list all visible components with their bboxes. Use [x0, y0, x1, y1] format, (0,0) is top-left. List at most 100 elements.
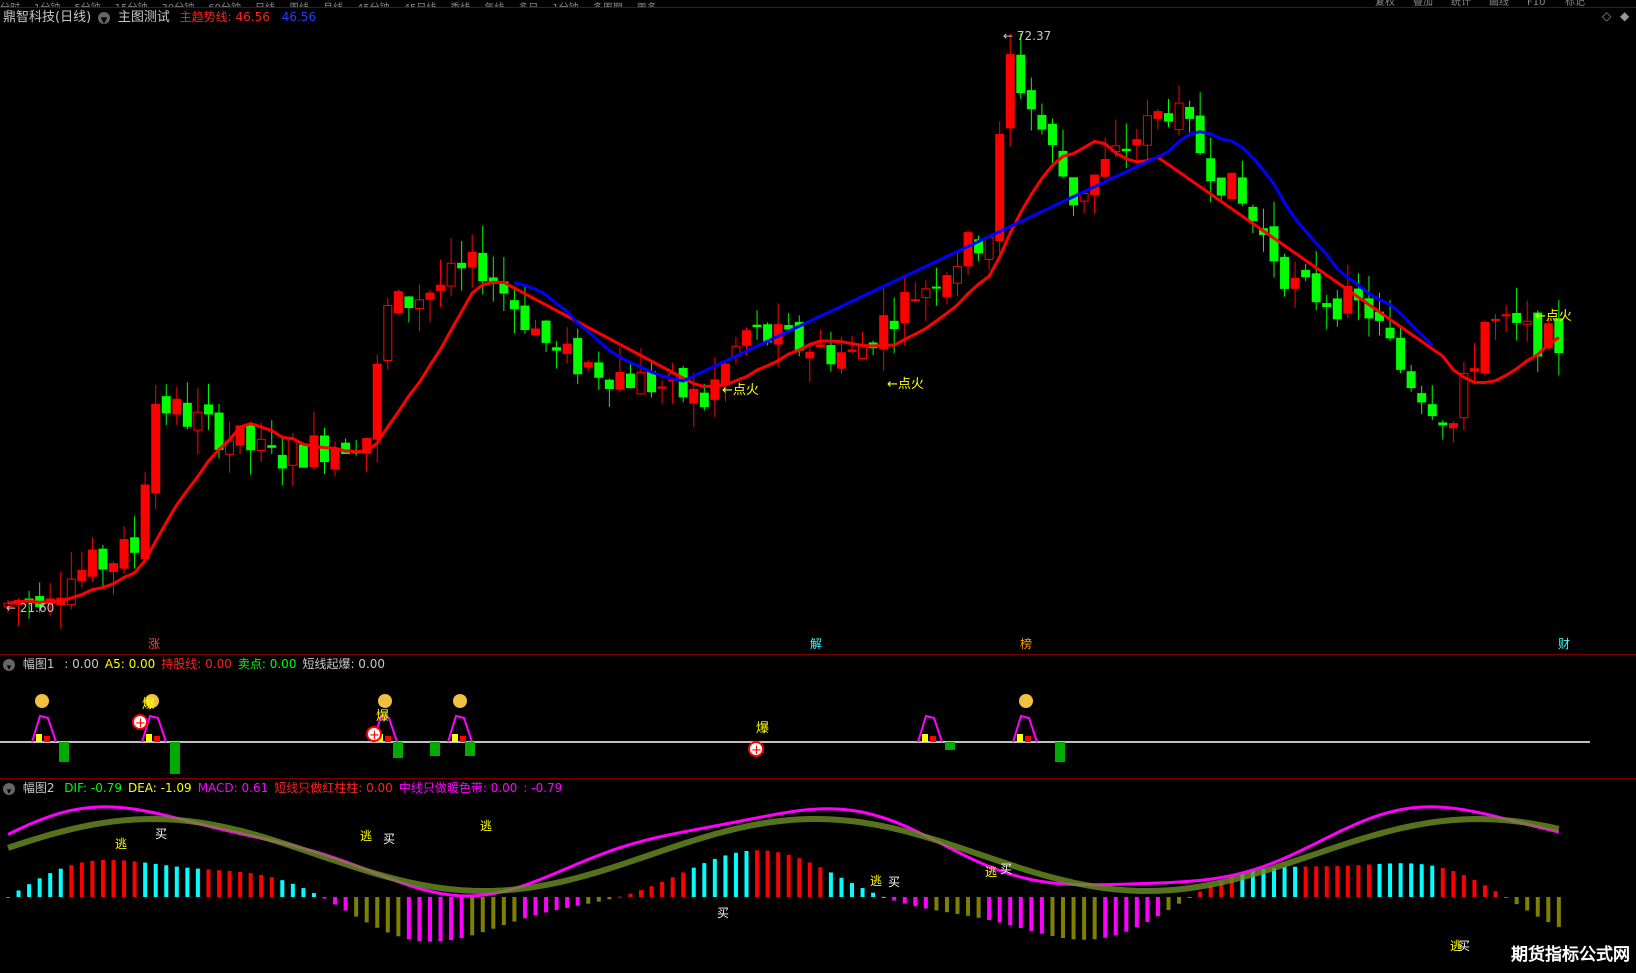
sub1-down-bar	[465, 742, 475, 756]
macd-bar	[153, 863, 158, 897]
candle-body	[984, 236, 994, 260]
macd-bar	[174, 866, 179, 897]
macd-bar	[364, 897, 369, 923]
macd-bar	[1493, 891, 1498, 897]
sub1-bar	[460, 736, 466, 742]
macd-bar	[1155, 897, 1160, 917]
watermark: 期货指标公式网	[1511, 945, 1630, 965]
macd-bar	[1366, 864, 1371, 897]
sub1-bar	[385, 736, 391, 742]
macd-bar	[1187, 897, 1192, 898]
candle-body	[256, 438, 266, 452]
macd-bar	[522, 897, 527, 919]
macd-bar	[1198, 891, 1203, 897]
macd-bar	[1050, 897, 1055, 937]
macd-bar	[1134, 897, 1139, 928]
macd-bar	[143, 862, 148, 897]
macd-bar	[670, 877, 675, 897]
candle-body	[457, 262, 467, 269]
macd-bar	[544, 897, 549, 913]
candle-body	[509, 300, 519, 310]
sub1-bar	[452, 734, 458, 742]
macd-bar	[1061, 897, 1065, 939]
ignite-label: ←点火	[722, 383, 759, 398]
candle-body	[583, 362, 593, 368]
candle-body	[1142, 115, 1152, 146]
candle-body	[1522, 320, 1532, 325]
candle-body	[372, 363, 382, 440]
macd-bar	[269, 877, 274, 897]
candle-body	[720, 363, 730, 385]
macd-bar	[1451, 871, 1456, 897]
candle-body	[214, 412, 224, 450]
candle-body	[393, 291, 403, 314]
candle-body	[193, 411, 203, 431]
macd-bar	[1113, 897, 1118, 936]
sub1-bar	[36, 734, 42, 742]
candle-body	[1026, 90, 1036, 110]
candle-body	[531, 328, 540, 336]
macd-bar	[111, 859, 116, 897]
macd-bar	[1177, 897, 1182, 904]
macd-bar	[1008, 897, 1013, 926]
candle-body	[87, 549, 97, 577]
macd-bar	[1440, 867, 1445, 897]
candle-body	[1047, 123, 1057, 146]
macd-bar	[1483, 885, 1487, 897]
macd-bar	[48, 873, 53, 897]
money-bag-icon	[35, 694, 49, 708]
sub1-bar	[146, 734, 152, 742]
macd-bar	[1419, 864, 1424, 897]
candle-body	[910, 299, 920, 302]
candle-body	[1227, 172, 1237, 200]
candle-body	[478, 252, 488, 282]
candle-body	[1132, 139, 1142, 145]
macd-bar	[913, 897, 918, 907]
sub1-bar	[930, 736, 936, 742]
macd-bar	[586, 897, 591, 904]
macd-bar	[1124, 897, 1129, 932]
candle-body	[267, 445, 277, 448]
candle-body	[277, 454, 287, 469]
macd-bar	[1272, 867, 1276, 897]
sub1-down-bar	[170, 742, 180, 774]
macd-bar	[206, 869, 211, 897]
candle-body	[699, 392, 709, 408]
plus-icon: +	[751, 743, 762, 758]
macd-bar	[1282, 867, 1287, 897]
macd-bar	[100, 859, 105, 897]
macd-bar	[649, 886, 654, 897]
macd-bar	[1556, 897, 1561, 927]
candle-body	[636, 371, 646, 395]
candle-body	[847, 349, 857, 352]
candle-body	[425, 292, 435, 300]
buy-label: 买	[1000, 862, 1012, 876]
candle-body	[1206, 158, 1216, 182]
macd-bar	[164, 865, 169, 897]
candle-body	[1005, 54, 1015, 129]
sub1-bar	[922, 734, 928, 742]
macd-bar	[354, 897, 359, 917]
plus-icon: +	[135, 716, 146, 731]
macd-bar	[691, 867, 696, 897]
macd-bar	[565, 897, 570, 908]
macd-bar	[617, 896, 622, 898]
candle-body	[1385, 327, 1395, 339]
macd-bar	[27, 884, 32, 897]
macd-bar	[1461, 875, 1466, 897]
kline-chart[interactable]: ← 72.37← 21.60←点火 ←点火←点火涨解榜财+++爆爆爆逃逃逃逃逃逃买…	[0, 0, 1636, 973]
macd-bar	[1145, 897, 1150, 923]
macd-bar	[238, 871, 243, 897]
macd-bar	[934, 897, 939, 911]
macd-bar	[723, 855, 728, 897]
macd-bar	[533, 897, 538, 916]
macd-bar	[639, 890, 643, 897]
macd-bar	[944, 897, 949, 913]
macd-bar	[1082, 897, 1087, 940]
trend-line-up	[7, 139, 1560, 605]
candle-body	[752, 324, 762, 328]
money-bag-icon	[453, 694, 467, 708]
candle-body	[942, 275, 952, 297]
escape-label: 逃	[360, 829, 372, 843]
macd-bar	[396, 897, 401, 937]
